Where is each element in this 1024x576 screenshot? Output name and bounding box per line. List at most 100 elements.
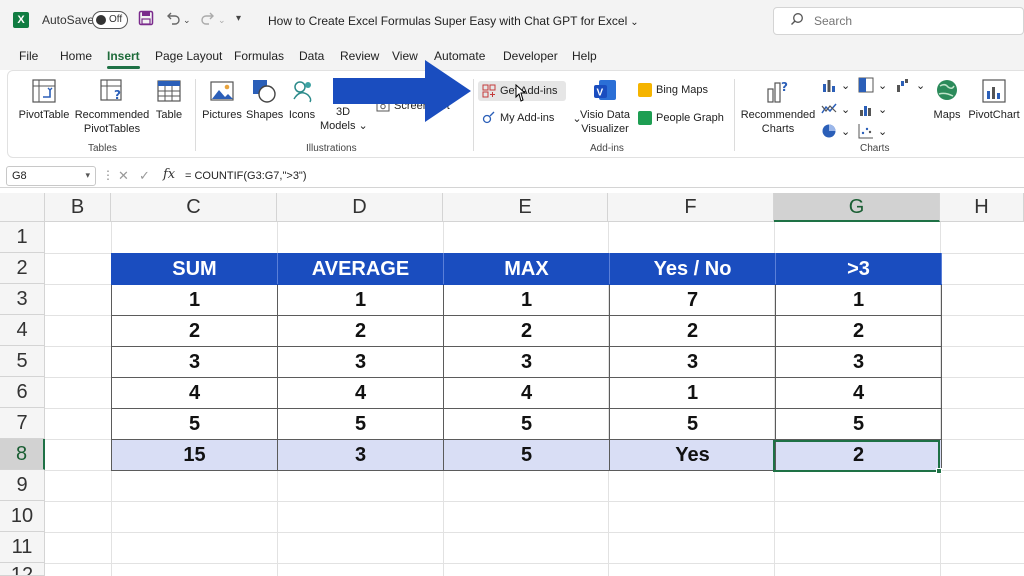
tab-developer[interactable]: Developer bbox=[503, 49, 558, 63]
tab-home[interactable]: Home bbox=[60, 49, 92, 63]
recommended-pivottables-button[interactable]: ? Recommended PivotTables bbox=[74, 77, 150, 136]
column-chart-icon[interactable]: ⌄ bbox=[821, 77, 850, 93]
name-box[interactable]: G8 ▾ bbox=[6, 166, 96, 186]
table-cell[interactable]: 5 bbox=[443, 408, 610, 440]
table-cell[interactable]: 5 bbox=[111, 408, 278, 440]
pie-chart-icon[interactable]: ⌄ bbox=[821, 123, 850, 139]
column-header-h[interactable]: H bbox=[940, 193, 1024, 222]
column-header-g[interactable]: G bbox=[774, 193, 940, 222]
document-title[interactable]: How to Create Excel Formulas Super Easy … bbox=[268, 14, 639, 28]
people-graph-button[interactable]: People Graph bbox=[638, 111, 724, 125]
table-cell[interactable]: 3 bbox=[111, 346, 278, 378]
table-cell[interactable]: 2 bbox=[277, 315, 444, 347]
row-header-7[interactable]: 7 bbox=[0, 408, 45, 439]
row-header-4[interactable]: 4 bbox=[0, 315, 45, 346]
table-cell[interactable]: 4 bbox=[775, 377, 942, 409]
tab-formulas[interactable]: Formulas bbox=[234, 49, 284, 63]
search-box[interactable] bbox=[773, 7, 1024, 35]
waterfall-chart-icon[interactable]: ⌄ bbox=[896, 77, 925, 93]
row-header-11[interactable]: 11 bbox=[0, 532, 45, 563]
header-cell-yes-no[interactable]: Yes / No bbox=[609, 253, 776, 285]
pictures-button[interactable]: Pictures bbox=[202, 77, 242, 122]
save-icon[interactable] bbox=[138, 10, 154, 30]
shapes-button[interactable]: Shapes bbox=[246, 77, 283, 122]
table-cell[interactable]: 3 bbox=[775, 346, 942, 378]
fill-handle[interactable] bbox=[936, 468, 942, 474]
header-cell-sum[interactable]: SUM bbox=[111, 253, 278, 285]
tab-page-layout[interactable]: Page Layout bbox=[155, 49, 222, 63]
column-header-b[interactable]: B bbox=[45, 193, 111, 222]
table-button[interactable]: Table bbox=[152, 77, 186, 122]
pivottable-button[interactable]: PivotTable bbox=[18, 77, 70, 122]
table-cell[interactable]: 5 bbox=[775, 408, 942, 440]
table-cell[interactable]: 1 bbox=[609, 377, 776, 409]
table-cell[interactable]: 2 bbox=[443, 315, 610, 347]
total-cell-sum[interactable]: 15 bbox=[111, 439, 278, 471]
header-cell-average[interactable]: AVERAGE bbox=[277, 253, 444, 285]
table-cell[interactable]: 2 bbox=[775, 315, 942, 347]
autosave-toggle[interactable]: Off bbox=[92, 11, 128, 29]
table-cell[interactable]: 4 bbox=[277, 377, 444, 409]
table-cell[interactable]: 4 bbox=[111, 377, 278, 409]
table-cell[interactable]: 5 bbox=[277, 408, 444, 440]
maps-button[interactable]: Maps bbox=[930, 77, 964, 122]
column-header-f[interactable]: F bbox=[608, 193, 774, 222]
visio-data-visualizer-button[interactable]: V Visio Data Visualizer bbox=[578, 77, 632, 136]
my-add-ins-button[interactable]: My Add-ins ⌄ bbox=[482, 111, 582, 125]
icons-button[interactable]: Icons bbox=[286, 77, 318, 122]
row-header-8[interactable]: 8 bbox=[0, 439, 45, 470]
undo-icon[interactable] bbox=[165, 10, 181, 30]
fx-icon[interactable]: fx bbox=[163, 167, 175, 182]
row-header-12[interactable]: 12 bbox=[0, 563, 45, 576]
table-cell[interactable]: 2 bbox=[609, 315, 776, 347]
total-cell-greater-than-3[interactable]: 2 bbox=[775, 439, 942, 471]
row-header-9[interactable]: 9 bbox=[0, 470, 45, 501]
row-header-5[interactable]: 5 bbox=[0, 346, 45, 377]
table-cell[interactable]: 3 bbox=[443, 346, 610, 378]
table-cell[interactable]: 1 bbox=[443, 284, 610, 316]
total-cell-max[interactable]: 5 bbox=[443, 439, 610, 471]
total-cell-average[interactable]: 3 bbox=[277, 439, 444, 471]
select-all-corner[interactable] bbox=[0, 193, 45, 222]
row-header-10[interactable]: 10 bbox=[0, 501, 45, 532]
row-header-2[interactable]: 2 bbox=[0, 253, 45, 284]
enter-icon[interactable]: ✓ bbox=[139, 168, 150, 184]
scatter-chart-icon[interactable]: ⌄ bbox=[858, 123, 887, 139]
table-cell[interactable]: 3 bbox=[609, 346, 776, 378]
redo-icon[interactable] bbox=[200, 10, 216, 30]
search-input[interactable] bbox=[814, 13, 1004, 29]
tab-help[interactable]: Help bbox=[572, 49, 597, 63]
statistic-chart-icon[interactable]: ⌄ bbox=[858, 101, 887, 117]
table-cell[interactable]: 1 bbox=[111, 284, 278, 316]
table-cell[interactable]: 2 bbox=[111, 315, 278, 347]
column-header-c[interactable]: C bbox=[111, 193, 277, 222]
header-cell-max[interactable]: MAX bbox=[443, 253, 610, 285]
line-chart-icon[interactable]: ⌄ bbox=[821, 101, 850, 117]
table-cell[interactable]: 7 bbox=[609, 284, 776, 316]
row-header-6[interactable]: 6 bbox=[0, 377, 45, 408]
redo-dropdown-icon[interactable]: ⌄ bbox=[218, 15, 226, 26]
tab-data[interactable]: Data bbox=[299, 49, 324, 63]
customize-icon[interactable]: ▾ bbox=[236, 13, 241, 24]
table-cell[interactable]: 3 bbox=[277, 346, 444, 378]
column-header-e[interactable]: E bbox=[443, 193, 608, 222]
table-cell[interactable]: 5 bbox=[609, 408, 776, 440]
header-cell-greater-than-3[interactable]: >3 bbox=[775, 253, 942, 285]
table-cell[interactable]: 4 bbox=[443, 377, 610, 409]
table-cell[interactable]: 1 bbox=[775, 284, 942, 316]
tab-insert[interactable]: Insert bbox=[107, 49, 140, 69]
pivotchart-button[interactable]: PivotChart bbox=[966, 77, 1022, 122]
table-cell[interactable]: 1 bbox=[277, 284, 444, 316]
column-header-d[interactable]: D bbox=[277, 193, 443, 222]
row-header-3[interactable]: 3 bbox=[0, 284, 45, 315]
formula-input[interactable] bbox=[185, 166, 785, 186]
cancel-icon[interactable]: ✕ bbox=[118, 168, 129, 184]
tab-file[interactable]: File bbox=[19, 49, 38, 63]
total-cell-yes-no[interactable]: Yes bbox=[609, 439, 776, 471]
recommended-charts-button[interactable]: ? Recommended Charts bbox=[740, 77, 816, 136]
undo-dropdown-icon[interactable]: ⌄ bbox=[183, 15, 191, 26]
more-options-icon[interactable]: ⋮ bbox=[102, 168, 114, 182]
hierarchy-chart-icon[interactable]: ⌄ bbox=[858, 77, 887, 93]
row-header-1[interactable]: 1 bbox=[0, 222, 45, 253]
bing-maps-button[interactable]: Bing Maps bbox=[638, 83, 708, 97]
